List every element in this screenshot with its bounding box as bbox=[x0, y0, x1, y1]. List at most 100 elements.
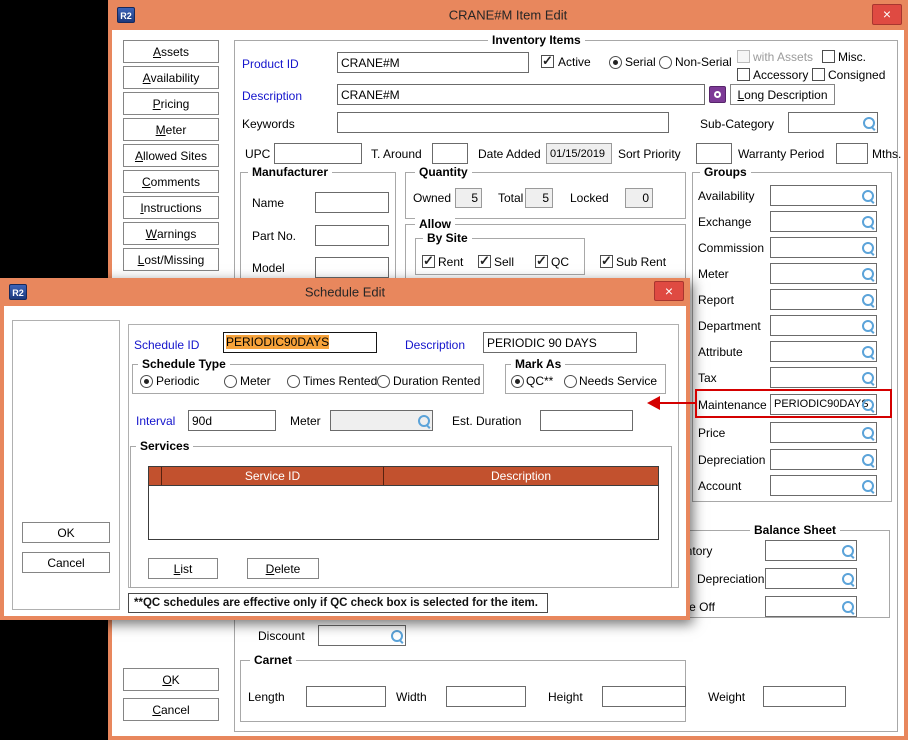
exchange-group-label: Exchange bbox=[698, 215, 751, 229]
sell-checkbox[interactable] bbox=[478, 255, 491, 268]
sidebar-button-meter[interactable]: Meter bbox=[123, 118, 219, 141]
close-icon[interactable]: × bbox=[872, 4, 902, 25]
search-icon[interactable] bbox=[861, 189, 875, 203]
periodic-radio[interactable] bbox=[140, 375, 153, 388]
product-id-input[interactable] bbox=[337, 52, 529, 73]
duration-rented-label: Duration Rented bbox=[393, 374, 480, 388]
accessory-checkbox[interactable] bbox=[737, 68, 750, 81]
weight-input[interactable] bbox=[763, 686, 846, 707]
non-serial-radio[interactable] bbox=[659, 56, 672, 69]
part-no-input[interactable] bbox=[315, 225, 389, 246]
interval-input[interactable] bbox=[188, 410, 276, 431]
search-icon[interactable] bbox=[861, 319, 875, 333]
schedule-id-input[interactable]: PERIODIC90DAYS bbox=[223, 332, 377, 353]
search-icon[interactable] bbox=[841, 572, 855, 586]
duration-rented-radio[interactable] bbox=[377, 375, 390, 388]
schedule-id-label: Schedule ID bbox=[134, 338, 199, 352]
search-icon[interactable] bbox=[861, 453, 875, 467]
search-icon[interactable] bbox=[861, 371, 875, 385]
search-icon[interactable] bbox=[861, 479, 875, 493]
sidebar-button-comments[interactable]: Comments bbox=[123, 170, 219, 193]
search-icon[interactable] bbox=[861, 267, 875, 281]
department-group-label: Department bbox=[698, 319, 761, 333]
search-icon[interactable] bbox=[861, 426, 875, 440]
meter-group-lookup[interactable] bbox=[770, 263, 877, 284]
availability-group-lookup[interactable] bbox=[770, 185, 877, 206]
sidebar-button-availability[interactable]: Availability bbox=[123, 66, 219, 89]
name-input[interactable] bbox=[315, 192, 389, 213]
cancel-button[interactable]: Cancel bbox=[123, 698, 219, 721]
long-description-button[interactable]: Long Description bbox=[730, 84, 835, 105]
depreciation-account-label: Depreciation bbox=[697, 572, 764, 586]
needs-service-radio[interactable] bbox=[564, 375, 577, 388]
description-detail-button[interactable] bbox=[709, 86, 726, 103]
schedule-id-selected-text: PERIODIC90DAYS bbox=[226, 335, 329, 349]
delete-button[interactable]: Delete bbox=[247, 558, 319, 579]
search-icon[interactable] bbox=[390, 629, 404, 643]
meter-type-radio[interactable] bbox=[224, 375, 237, 388]
t-around-label: T. Around bbox=[371, 147, 422, 161]
upc-input[interactable] bbox=[274, 143, 362, 164]
model-input[interactable] bbox=[315, 257, 389, 278]
sidebar-button-warnings[interactable]: Warnings bbox=[123, 222, 219, 245]
qc-checkbox[interactable] bbox=[535, 255, 548, 268]
length-input[interactable] bbox=[306, 686, 386, 707]
sidebar-button-pricing[interactable]: Pricing bbox=[123, 92, 219, 115]
ok-button[interactable]: OK bbox=[22, 522, 110, 543]
search-icon bbox=[417, 414, 431, 428]
height-input[interactable] bbox=[602, 686, 686, 707]
write-off-account-lookup[interactable] bbox=[765, 596, 857, 617]
manufacturer-caption: Manufacturer bbox=[248, 165, 332, 179]
depreciation-group-lookup[interactable] bbox=[770, 449, 877, 470]
search-icon[interactable] bbox=[861, 293, 875, 307]
schedule-description-input[interactable] bbox=[483, 332, 637, 353]
list-button[interactable]: List bbox=[148, 558, 218, 579]
account-group-label: Account bbox=[698, 479, 741, 493]
sidebar-button-assets[interactable]: Assets bbox=[123, 40, 219, 63]
report-group-label: Report bbox=[698, 293, 734, 307]
rent-checkbox[interactable] bbox=[422, 255, 435, 268]
by-site-caption: By Site bbox=[423, 231, 472, 245]
misc-checkbox[interactable] bbox=[822, 50, 835, 63]
active-checkbox[interactable] bbox=[541, 55, 554, 68]
close-icon[interactable]: × bbox=[654, 281, 684, 301]
ok-button[interactable]: OK bbox=[123, 668, 219, 691]
attribute-group-lookup[interactable] bbox=[770, 341, 877, 362]
times-rented-radio[interactable] bbox=[287, 375, 300, 388]
discount-lookup[interactable] bbox=[318, 625, 406, 646]
t-around-input[interactable] bbox=[432, 143, 468, 164]
tax-group-lookup[interactable] bbox=[770, 367, 877, 388]
serial-radio[interactable] bbox=[609, 56, 622, 69]
sub-rent-checkbox[interactable] bbox=[600, 255, 613, 268]
price-group-lookup[interactable] bbox=[770, 422, 877, 443]
account-group-lookup[interactable] bbox=[770, 475, 877, 496]
keywords-input[interactable] bbox=[337, 112, 669, 133]
warranty-period-input[interactable] bbox=[836, 143, 868, 164]
department-group-lookup[interactable] bbox=[770, 315, 877, 336]
consigned-checkbox[interactable] bbox=[812, 68, 825, 81]
est-duration-input[interactable] bbox=[540, 410, 633, 431]
sidebar-button-allowed-sites[interactable]: Allowed Sites bbox=[123, 144, 219, 167]
search-icon[interactable] bbox=[862, 116, 876, 130]
search-icon[interactable] bbox=[841, 600, 855, 614]
search-icon[interactable] bbox=[841, 544, 855, 558]
search-icon[interactable] bbox=[861, 215, 875, 229]
date-added-input bbox=[546, 143, 612, 164]
sub-category-lookup[interactable] bbox=[788, 112, 878, 133]
report-group-lookup[interactable] bbox=[770, 289, 877, 310]
owned-label: Owned bbox=[413, 191, 451, 205]
availability-group-label: Availability bbox=[698, 189, 754, 203]
description-input[interactable] bbox=[337, 84, 705, 105]
inventory-account-lookup[interactable] bbox=[765, 540, 857, 561]
width-input[interactable] bbox=[446, 686, 526, 707]
sidebar-button-lost-missing[interactable]: Lost/Missing bbox=[123, 248, 219, 271]
search-icon[interactable] bbox=[861, 345, 875, 359]
depreciation-account-lookup[interactable] bbox=[765, 568, 857, 589]
cancel-button[interactable]: Cancel bbox=[22, 552, 110, 573]
exchange-group-lookup[interactable] bbox=[770, 211, 877, 232]
qc-mark-radio[interactable] bbox=[511, 375, 524, 388]
sidebar-button-instructions[interactable]: Instructions bbox=[123, 196, 219, 219]
search-icon[interactable] bbox=[861, 241, 875, 255]
commission-group-lookup[interactable] bbox=[770, 237, 877, 258]
sort-priority-input[interactable] bbox=[696, 143, 732, 164]
